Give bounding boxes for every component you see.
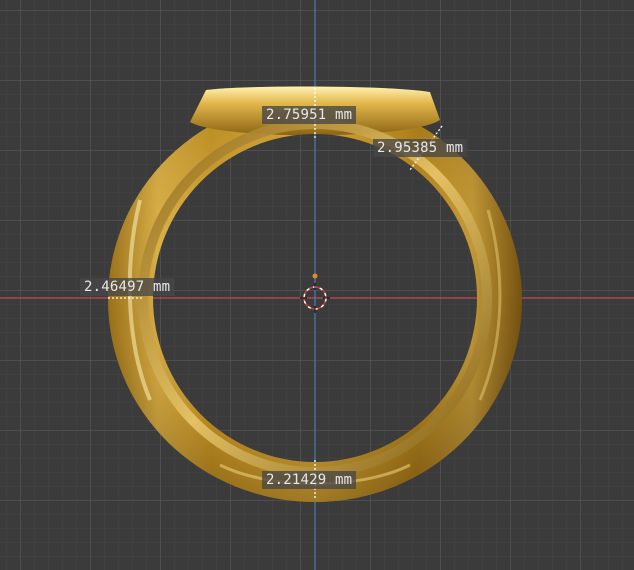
measure-label-side: 2.46497 mm [80, 278, 175, 296]
measure-label-top: 2.75951 mm [262, 106, 357, 124]
3d-viewport[interactable]: 2.75951 mm 2.95385 mm 2.46497 mm 2.21429… [0, 0, 634, 570]
measure-label-bottom: 2.21429 mm [262, 471, 357, 489]
measure-label-shoulder: 2.95385 mm [373, 139, 468, 157]
object-origin-dot [312, 273, 318, 279]
